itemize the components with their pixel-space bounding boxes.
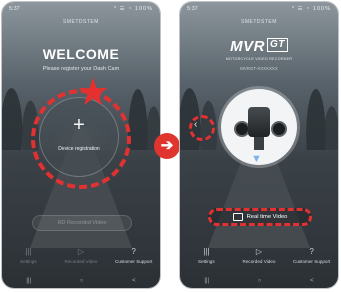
tab-settings-label: Settings (198, 258, 215, 264)
plus-icon: + (73, 114, 85, 136)
tab-customer-support[interactable]: ? Customer Support (293, 246, 331, 264)
tab-settings-label: Settings (20, 258, 37, 264)
tab-bar: ||| Settings ▷ Recorded Video ? Customer… (180, 240, 338, 270)
settings-icon: ||| (25, 246, 32, 256)
back-button[interactable]: < (310, 278, 314, 284)
recorded-video-button[interactable]: RD Recorded Video (32, 215, 132, 231)
tab-customer-support-label: Customer Support (293, 258, 331, 264)
status-bar: 5:37 * ☰ ◔ 100% (180, 2, 338, 16)
tab-bar: ||| Settings ▷ Recorded Video ? Customer… (2, 240, 160, 270)
real-time-video-label: Real time Video (246, 214, 288, 220)
status-icons: * ☰ ◔ 100% (113, 6, 153, 12)
status-time: 5:37 (9, 6, 20, 12)
tab-recorded-video-label: Recorded Video (64, 258, 98, 264)
system-nav-bar: ||| ○ < (180, 274, 338, 288)
chevron-left-icon[interactable]: ‹ (194, 119, 197, 131)
next-step-arrow-icon: ➔ (154, 133, 180, 159)
status-time: 5:37 (187, 6, 198, 12)
camera-mount (254, 136, 264, 150)
phone-screen-welcome: 5:37 * ☰ ◔ 100% SMETDSTEM WELCOME Please… (2, 2, 160, 288)
ghost-button-label: RD Recorded Video (57, 220, 107, 226)
camera-lens-front (271, 121, 287, 137)
star-icon: ★ (76, 72, 111, 114)
camera-icon (232, 213, 243, 221)
app-header: SMETDSTEM (63, 19, 99, 25)
help-icon: ? (131, 246, 136, 256)
tab-recorded-video[interactable]: ▷ Recorded Video (63, 247, 99, 264)
tab-customer-support[interactable]: ? Customer Support (115, 246, 153, 264)
device-id: MVRGT-XXXXXXX (240, 66, 278, 71)
status-icons: * ☰ ◔ 100% (291, 6, 331, 12)
home-button[interactable]: ○ (258, 278, 262, 284)
tab-settings[interactable]: ||| Settings (188, 247, 224, 264)
home-button[interactable]: ○ (80, 278, 84, 284)
logo-text: MVR (230, 38, 265, 55)
highlight-ring-previous (189, 115, 215, 141)
settings-icon: ||| (203, 246, 210, 256)
system-nav-bar: ||| ○ < (2, 274, 160, 288)
device-registration-label: Device registration (58, 146, 100, 152)
chevron-down-icon[interactable]: ▼ (251, 154, 262, 165)
real-time-video-button[interactable]: Real time Video (208, 208, 312, 226)
status-bar: 5:37 * ☰ ◔ 100% (2, 2, 160, 16)
play-icon: ▷ (255, 246, 263, 256)
dash-cam-body (248, 107, 270, 137)
phone-screen-device: 5:37 * ☰ ◔ 100% SMETDSTEM MVR GT MOTORCYC… (180, 2, 338, 288)
play-icon: ▷ (77, 246, 85, 256)
recent-apps-button[interactable]: ||| (26, 278, 31, 284)
tab-recorded-video-label: Recorded Video (242, 258, 276, 264)
logo-tagline: MOTORCYCLE VIDEO RECORDER (225, 57, 293, 61)
brand-logo: MVR GT (180, 38, 338, 55)
welcome-title: WELCOME (42, 46, 120, 62)
app-header: SMETDSTEM (241, 19, 277, 25)
tab-customer-support-label: Customer Support (115, 258, 153, 264)
logo-box: GT (266, 38, 288, 52)
back-button[interactable]: < (132, 278, 136, 284)
tab-recorded-video[interactable]: ▷ Recorded Video (241, 247, 277, 264)
help-icon: ? (309, 246, 314, 256)
tab-settings[interactable]: ||| Settings (10, 247, 46, 264)
recent-apps-button[interactable]: ||| (204, 278, 209, 284)
